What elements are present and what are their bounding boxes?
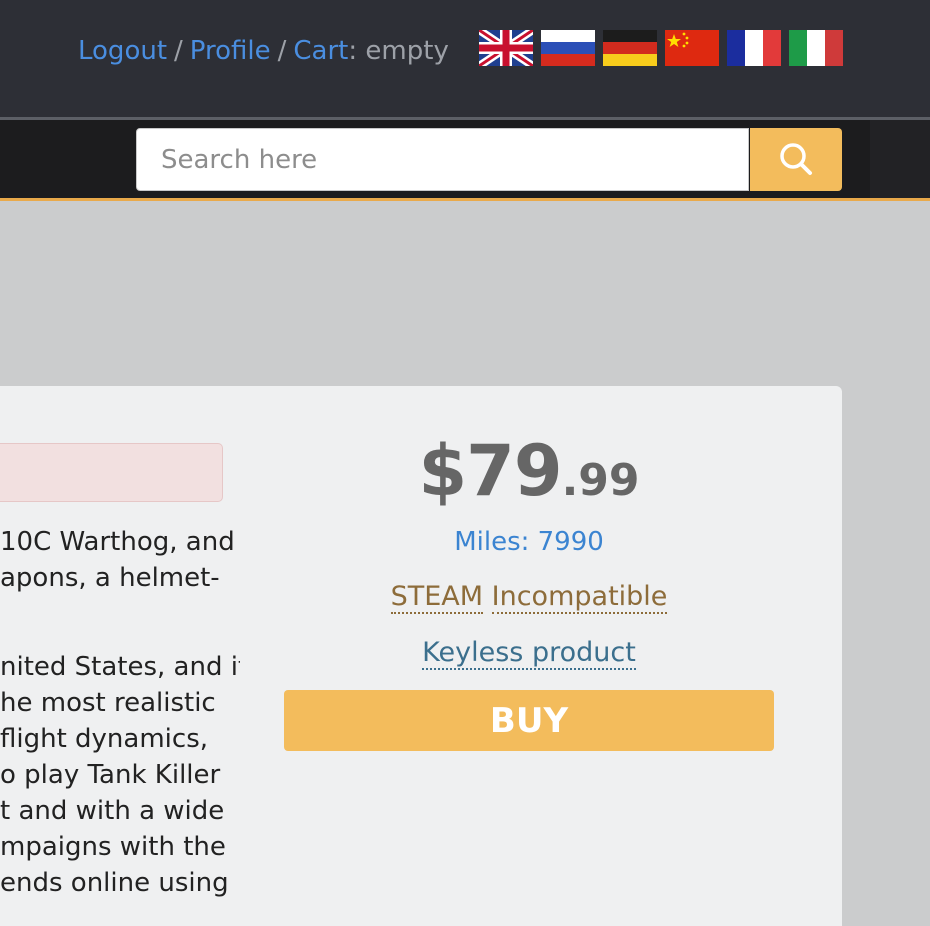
- key-type-label[interactable]: Keyless product: [422, 637, 636, 670]
- fr-flag-icon[interactable]: [727, 30, 781, 66]
- compatibility-label[interactable]: Incompatible: [491, 581, 668, 614]
- language-selector: [479, 30, 843, 66]
- nav-separator: /: [277, 36, 287, 66]
- notice-box: [0, 443, 223, 502]
- steam-compatibility[interactable]: STEAM Incompatible: [284, 578, 774, 616]
- cart-colon: :: [348, 36, 366, 66]
- header-bar: Logout / Profile / Cart: empty: [0, 0, 930, 117]
- miles-value: Miles: 7990: [454, 527, 604, 557]
- product-price: $79.99: [284, 430, 774, 512]
- search-form: [136, 128, 842, 191]
- cart-link[interactable]: Cart: [293, 36, 348, 66]
- price-cents: .99: [561, 455, 640, 506]
- description-line: o play Tank Killer: [0, 760, 221, 790]
- search-icon: [780, 143, 812, 175]
- logout-link[interactable]: Logout: [78, 36, 167, 66]
- search-bar-accent-line: [0, 198, 930, 201]
- it-flag-icon[interactable]: [789, 30, 843, 66]
- description-line: he most realistic: [0, 688, 216, 718]
- description-line: t and with a wide: [0, 796, 225, 826]
- price-dollars: $79: [418, 430, 562, 512]
- description-line: mpaigns with the: [0, 832, 226, 862]
- user-nav: Logout / Profile / Cart: empty: [78, 33, 449, 69]
- description-line: flight dynamics,: [0, 724, 208, 754]
- nav-separator: /: [174, 36, 183, 66]
- description-line: apons, a helmet-: [0, 563, 220, 593]
- cn-flag-icon[interactable]: [665, 30, 719, 66]
- description-line: 10C Warthog, and: [0, 527, 235, 557]
- search-input[interactable]: [136, 128, 749, 191]
- cart-status: empty: [365, 36, 449, 66]
- description-line: nited States, and it: [0, 652, 240, 682]
- de-flag-icon[interactable]: [603, 30, 657, 66]
- buy-button[interactable]: BUY: [284, 690, 774, 751]
- description-line: ends online using: [0, 868, 229, 898]
- profile-link[interactable]: Profile: [190, 36, 271, 66]
- ru-flag-icon[interactable]: [541, 30, 595, 66]
- en-flag-icon[interactable]: [479, 30, 533, 66]
- platform-label[interactable]: STEAM: [390, 581, 484, 614]
- key-type-info[interactable]: Keyless product: [284, 634, 774, 672]
- search-button[interactable]: [750, 128, 842, 191]
